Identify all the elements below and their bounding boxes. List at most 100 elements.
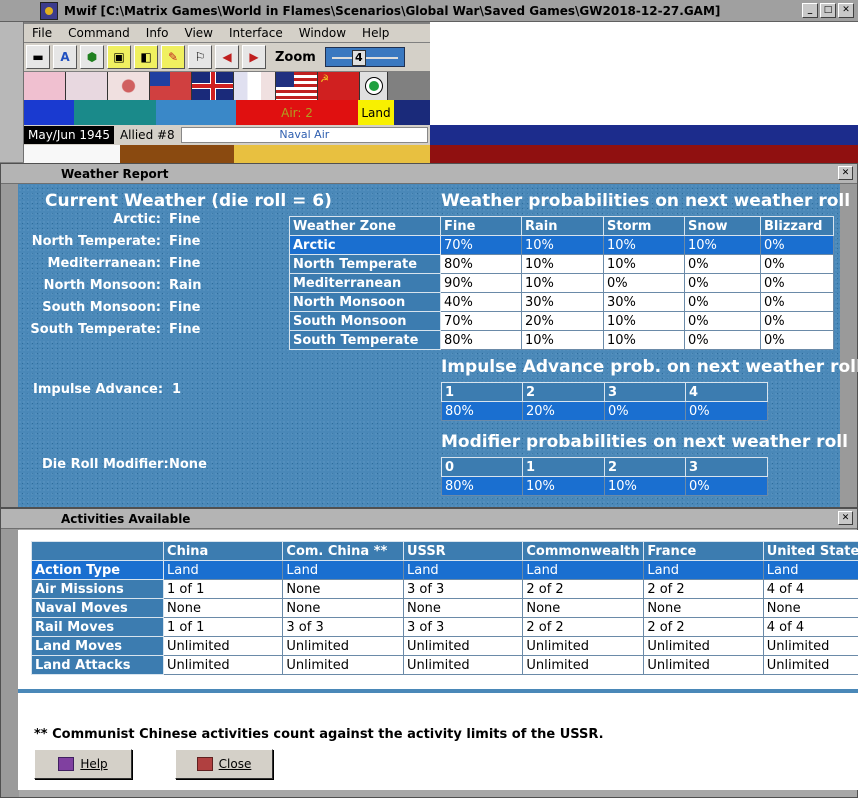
unit-tool-icon[interactable]: ▬: [26, 45, 50, 69]
flag-commonwealth-icon[interactable]: [192, 72, 234, 100]
table-cell: 10%: [604, 476, 686, 496]
column-header: 2: [522, 382, 605, 402]
row-header: Air Missions: [30, 579, 165, 599]
pin-tool-icon[interactable]: ✎: [161, 45, 185, 69]
flag-japan-icon[interactable]: [108, 72, 150, 100]
row-header: South Temperate: [289, 330, 441, 350]
flag-france-icon[interactable]: [234, 72, 276, 100]
menu-info[interactable]: Info: [138, 26, 177, 40]
zoom-thumb[interactable]: 4: [351, 50, 366, 66]
zone-label: North Monsoon:: [43, 278, 161, 293]
table-header-row: China Com. China ** USSR Commonwealth Fr…: [30, 541, 858, 561]
column-header: Com. China **: [282, 541, 404, 561]
strip-lightblue: [156, 100, 236, 125]
table-cell: None: [163, 598, 284, 618]
menu-command[interactable]: Command: [60, 26, 138, 40]
column-header: 1: [441, 382, 523, 402]
flag-tool-icon[interactable]: ⚐: [188, 45, 212, 69]
table-row[interactable]: Mediterranean 90% 10% 0% 0% 0%: [289, 273, 834, 293]
row-header: South Monsoon: [289, 311, 441, 331]
window-controls: _ □ ✕: [802, 3, 854, 18]
flag-ussr-icon[interactable]: ☭: [318, 72, 360, 100]
table-row[interactable]: Land Attacks Unlimited Unlimited Unlimit…: [30, 655, 858, 675]
table-cell: 80%: [440, 254, 522, 274]
flag-germany-icon[interactable]: [24, 72, 66, 100]
zoom-slider[interactable]: 4: [324, 47, 405, 67]
help-book-icon: [58, 757, 75, 771]
menu-file[interactable]: File: [24, 26, 60, 40]
text-tool-icon[interactable]: A: [53, 45, 77, 69]
table-row[interactable]: 80% 10% 10% 0%: [441, 476, 768, 496]
table-cell: 0%: [760, 330, 834, 350]
hex-tool-icon[interactable]: ⬢: [80, 45, 104, 69]
table-cell: 2 of 2: [643, 617, 764, 637]
table-row[interactable]: Naval Moves None None None None None Non…: [30, 598, 858, 618]
table-row[interactable]: Action Type Land Land Land Land Land Lan…: [30, 560, 858, 580]
maximize-button[interactable]: □: [820, 3, 836, 18]
table-cell: 0%: [604, 401, 686, 421]
table-cell: 10%: [603, 235, 685, 255]
table-cell: 3 of 3: [402, 579, 524, 599]
forward-arrow-icon[interactable]: ▶: [242, 45, 266, 69]
table-row[interactable]: Land Moves Unlimited Unlimited Unlimited…: [30, 636, 858, 656]
row-header: North Monsoon: [289, 292, 441, 312]
stack-tool-icon[interactable]: ▣: [107, 45, 131, 69]
table-cell: Unlimited: [522, 636, 645, 656]
modifier-prob-table: 0 1 2 3 80% 10% 10% 0%: [441, 457, 768, 496]
column-header: USSR: [402, 541, 524, 561]
right-grip: [839, 184, 857, 507]
flag-italy-icon[interactable]: [66, 72, 108, 100]
table-header-row: 1 2 3 4: [441, 382, 768, 402]
table-cell: 0%: [684, 273, 761, 293]
menu-help[interactable]: Help: [354, 26, 397, 40]
menu-view[interactable]: View: [177, 26, 221, 40]
menu-window[interactable]: Window: [291, 26, 354, 40]
table-row[interactable]: Air Missions 1 of 1 None 3 of 3 2 of 2 2…: [30, 579, 858, 599]
zoom-label: Zoom: [275, 49, 316, 65]
zone-value: Fine: [169, 212, 201, 227]
minimize-button[interactable]: _: [802, 3, 818, 18]
menu-bar: File Command Info View Interface Window …: [24, 24, 430, 42]
target-icon[interactable]: [360, 72, 388, 100]
table-cell: 30%: [521, 292, 604, 312]
table-row[interactable]: South Temperate 80% 10% 10% 0% 0%: [289, 330, 834, 350]
back-arrow-icon[interactable]: ◀: [215, 45, 239, 69]
column-header: 1: [522, 457, 605, 477]
help-button[interactable]: Help: [34, 749, 132, 779]
table-cell: 10%: [603, 311, 685, 331]
counter-tool-icon[interactable]: ◧: [134, 45, 158, 69]
table-row[interactable]: 80% 20% 0% 0%: [441, 401, 768, 421]
table-cell: Land: [282, 560, 404, 580]
game-date: May/Jun 1945: [24, 126, 114, 144]
column-header: 3: [685, 457, 768, 477]
table-cell: Unlimited: [402, 636, 524, 656]
column-header: France: [643, 541, 764, 561]
column-header: Weather Zone: [289, 216, 441, 236]
menu-interface[interactable]: Interface: [221, 26, 291, 40]
table-cell: Land: [522, 560, 645, 580]
zone-value: Fine: [169, 322, 201, 337]
table-cell: Unlimited: [402, 655, 524, 675]
table-row[interactable]: Rail Moves 1 of 1 3 of 3 3 of 3 2 of 2 2…: [30, 617, 858, 637]
table-cell: 10%: [603, 330, 685, 350]
left-strip: [0, 22, 24, 162]
table-cell: Unlimited: [762, 655, 858, 675]
flag-china-icon[interactable]: [150, 72, 192, 100]
flag-usa-icon[interactable]: [276, 72, 318, 100]
impulse-prob-table: 1 2 3 4 80% 20% 0% 0%: [441, 382, 768, 421]
activities-close-icon[interactable]: ✕: [838, 511, 853, 525]
close-button[interactable]: Close: [175, 749, 273, 779]
table-row[interactable]: North Monsoon 40% 30% 30% 0% 0%: [289, 292, 834, 312]
table-row[interactable]: Arctic 70% 10% 10% 10% 0%: [289, 235, 834, 255]
table-row[interactable]: South Monsoon 70% 20% 10% 0% 0%: [289, 311, 834, 331]
column-header: Snow: [684, 216, 761, 236]
weather-report-close-icon[interactable]: ✕: [838, 166, 853, 180]
close-window-button[interactable]: ✕: [838, 3, 854, 18]
table-cell: None: [402, 598, 524, 618]
table-cell: 2 of 2: [643, 579, 764, 599]
column-header: United States: [762, 541, 858, 561]
table-cell: 0%: [685, 401, 768, 421]
zone-label: Mediterranean:: [47, 256, 161, 271]
table-row[interactable]: North Temperate 80% 10% 10% 0% 0%: [289, 254, 834, 274]
table-cell: 10%: [521, 235, 604, 255]
